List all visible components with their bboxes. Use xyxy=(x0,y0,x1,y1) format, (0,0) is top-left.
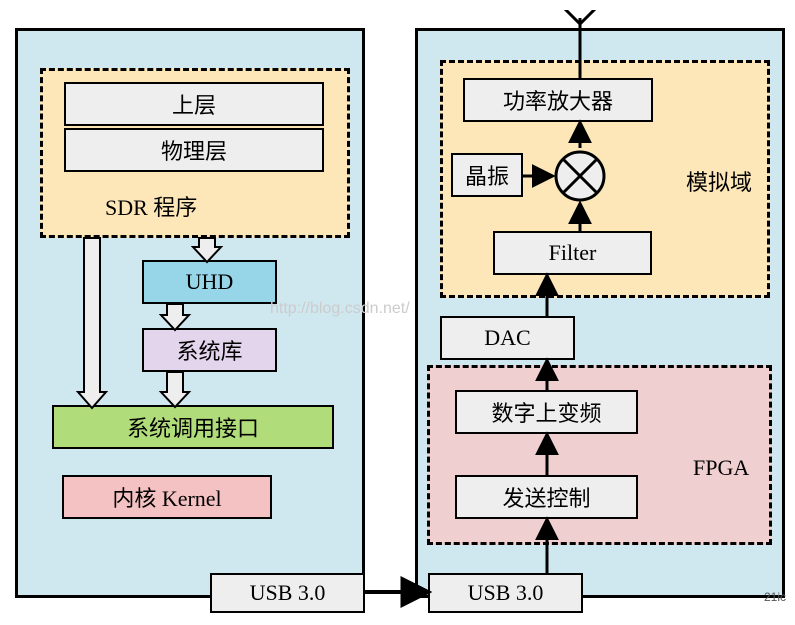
filter-block: Filter xyxy=(493,231,652,275)
watermark-text: http://blog.csdn.net/ xyxy=(270,300,410,318)
usb-device-block: USB 3.0 xyxy=(428,573,583,613)
corner-brand: 21ic xyxy=(764,590,786,604)
physical-layer-block: 物理层 xyxy=(64,128,324,172)
system-lib-block: 系统库 xyxy=(142,328,277,372)
power-amplifier-block: 功率放大器 xyxy=(463,78,653,122)
syscall-interface-block: 系统调用接口 xyxy=(52,405,334,449)
tx-control-block: 发送控制 xyxy=(455,475,638,519)
mixer-icon xyxy=(552,148,608,204)
analog-domain-label: 模拟域 xyxy=(686,165,752,197)
digital-upconversion-block: 数字上变频 xyxy=(455,390,638,434)
crystal-oscillator-block: 晶振 xyxy=(451,153,523,197)
sdr-program-label: SDR 程序 xyxy=(105,190,197,222)
dac-block: DAC xyxy=(440,316,575,360)
fpga-label: FPGA xyxy=(693,455,749,481)
upper-layer-block: 上层 xyxy=(64,82,324,126)
kernel-block: 内核 Kernel xyxy=(62,475,272,519)
usb-host-block: USB 3.0 xyxy=(210,573,365,613)
uhd-block: UHD xyxy=(142,260,277,304)
